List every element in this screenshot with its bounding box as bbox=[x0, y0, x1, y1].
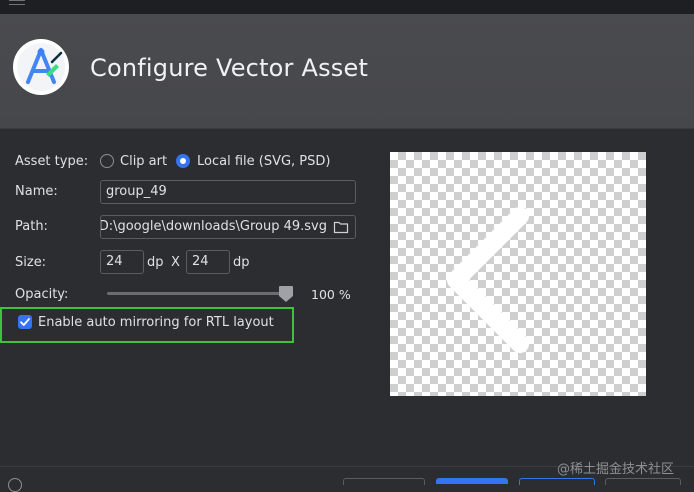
checkmark-icon bbox=[20, 318, 30, 326]
android-studio-logo-icon bbox=[13, 39, 69, 95]
dialog-title: Configure Vector Asset bbox=[90, 54, 369, 82]
name-label: Name: bbox=[15, 184, 58, 199]
height-unit: dp bbox=[233, 255, 250, 270]
auto-mirror-checkbox[interactable] bbox=[18, 315, 32, 329]
clip-art-radio-label[interactable]: Clip art bbox=[120, 154, 167, 169]
folder-icon[interactable] bbox=[333, 220, 349, 234]
watermark: @稀土掘金技术社区 bbox=[557, 462, 675, 477]
icon-preview bbox=[390, 152, 646, 396]
opacity-slider-thumb[interactable] bbox=[279, 286, 293, 302]
help-icon[interactable] bbox=[8, 478, 22, 492]
size-label: Size: bbox=[15, 255, 47, 270]
width-field[interactable]: 24 bbox=[100, 250, 144, 274]
path-field[interactable]: D:\google\downloads\Group 49.svg bbox=[100, 215, 356, 239]
opacity-label: Opacity: bbox=[15, 287, 69, 302]
top-strip bbox=[0, 0, 694, 14]
size-separator: X bbox=[171, 255, 180, 270]
local-file-radio-label[interactable]: Local file (SVG, PSD) bbox=[197, 154, 331, 169]
opacity-slider-track[interactable] bbox=[107, 292, 287, 295]
width-unit: dp bbox=[147, 255, 164, 270]
dialog-header: Configure Vector Asset bbox=[0, 14, 694, 129]
path-value: D:\google\downloads\Group 49.svg bbox=[100, 219, 327, 234]
path-label: Path: bbox=[15, 219, 48, 234]
menu-icon bbox=[9, 0, 25, 8]
height-field[interactable]: 24 bbox=[186, 250, 230, 274]
next-button[interactable] bbox=[436, 478, 508, 484]
chevron-left-icon bbox=[447, 207, 529, 353]
local-file-radio[interactable] bbox=[176, 154, 190, 168]
auto-mirror-label[interactable]: Enable auto mirroring for RTL layout bbox=[38, 315, 274, 330]
clip-art-radio[interactable] bbox=[100, 154, 114, 168]
asset-type-label: Asset type: bbox=[15, 154, 89, 169]
opacity-value: 100 % bbox=[311, 287, 351, 302]
name-field[interactable]: group_49 bbox=[100, 180, 356, 204]
